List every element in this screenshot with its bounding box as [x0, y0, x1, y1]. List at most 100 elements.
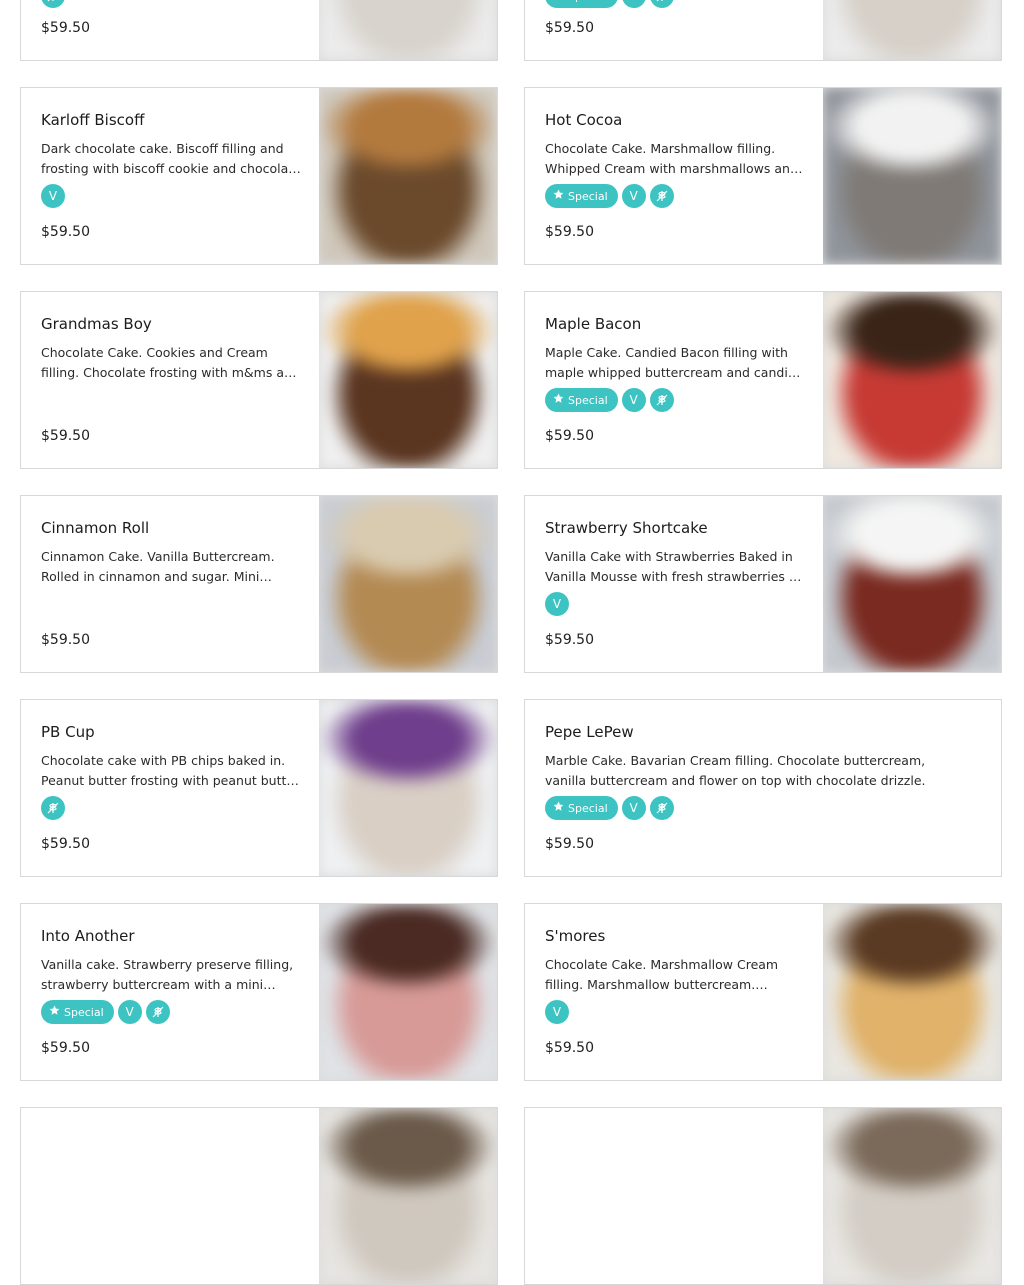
dietary-tags	[41, 592, 303, 616]
dietary-tags: Special V	[545, 388, 807, 412]
item-price: $59.50	[545, 1040, 594, 1056]
menu-item-card[interactable]: Pepe LePew Marble Cake. Bavarian Cream fi…	[524, 699, 1002, 877]
dietary-tags: Special V	[545, 0, 674, 8]
item-description: Marble Cake. Bavarian Cream filling. Cho…	[545, 753, 926, 788]
menu-item-card[interactable]: Into Another Vanilla cake. Strawberry pre…	[20, 903, 498, 1081]
item-price: $59.50	[545, 224, 594, 240]
cake-photo	[319, 496, 497, 672]
menu-item-card[interactable]	[20, 1107, 498, 1285]
cake-photo	[823, 88, 1001, 264]
item-description: Maple Cake. Candied Bacon filling with m…	[545, 345, 804, 380]
dietary-tags	[41, 796, 303, 820]
menu-item-card[interactable]: S'mores Chocolate Cake. Marshmallow Cream…	[524, 903, 1002, 1081]
special-badge: Special	[41, 1000, 114, 1024]
menu-item-card[interactable]: PB Cup Chocolate cake with PB chips baked…	[20, 699, 498, 877]
item-price: $59.50	[41, 1040, 90, 1056]
item-name: S'mores	[545, 927, 606, 945]
item-name: Into Another	[41, 927, 135, 945]
menu-item-card[interactable]: Cinnamon Roll Cinnamon Cake. Vanilla Butt…	[20, 495, 498, 673]
dietary-tags: Special V	[545, 796, 965, 820]
wheat-icon	[145, 1000, 170, 1024]
item-name: Karloff Biscoff	[41, 111, 145, 129]
item-name: Cinnamon Roll	[41, 519, 150, 537]
menu-item-card[interactable]: Maple Bacon Maple Cake. Candied Bacon fil…	[524, 291, 1002, 469]
menu-item-card[interactable]: Karloff Biscoff Dark chocolate cake. Bisc…	[20, 87, 498, 265]
item-price: $59.50	[41, 20, 90, 36]
menu-item-card[interactable]	[524, 1107, 1002, 1285]
dietary-tags: Special V	[41, 1000, 303, 1024]
item-price: $59.50	[41, 836, 90, 852]
vegetarian-badge: V	[117, 1000, 142, 1024]
item-name: Pepe LePew	[545, 723, 634, 741]
dietary-tags: V	[41, 184, 303, 208]
star-icon	[49, 1005, 60, 1019]
item-description: Cinnamon Cake. Vanilla Buttercream. Roll…	[41, 549, 275, 584]
cake-photo	[823, 496, 1001, 672]
special-badge: Special	[545, 796, 618, 820]
dietary-tags: V	[545, 592, 807, 616]
cake-photo	[823, 1108, 1001, 1284]
wheat-icon	[41, 0, 65, 8]
item-name: PB Cup	[41, 723, 95, 741]
special-badge: Special	[545, 184, 618, 208]
vegetarian-badge: V	[621, 184, 646, 208]
vegetarian-badge: V	[621, 0, 646, 8]
menu-item-card[interactable]: Strawberry Shortcake Vanilla Cake with St…	[524, 495, 1002, 673]
item-description: Chocolate Cake. Marshmallow Cream fillin…	[545, 957, 779, 992]
dietary-tags	[41, 0, 65, 8]
special-badge-label: Special	[64, 1005, 104, 1019]
wheat-icon	[649, 796, 674, 820]
special-badge-label: Special	[568, 189, 608, 203]
star-icon	[553, 0, 564, 3]
item-description: Dark chocolate cake. Biscoff filling and…	[41, 141, 301, 176]
cake-photo	[823, 904, 1001, 1080]
wheat-icon	[649, 184, 674, 208]
special-badge-label: Special	[568, 393, 608, 407]
item-price: $59.50	[545, 20, 594, 36]
item-price: $59.50	[545, 428, 594, 444]
cake-photo	[319, 0, 497, 60]
special-badge: Special	[545, 0, 618, 8]
item-price: $59.50	[545, 632, 594, 648]
wheat-icon	[649, 0, 674, 8]
wheat-icon	[649, 388, 674, 412]
vegetarian-badge: V	[545, 592, 569, 616]
menu-item-card[interactable]: Hot Cocoa Chocolate Cake. Marshmallow fil…	[524, 87, 1002, 265]
vegetarian-badge: V	[621, 388, 646, 412]
dietary-tags: V	[545, 1000, 807, 1024]
special-badge: Special	[545, 388, 618, 412]
star-icon	[553, 189, 564, 203]
item-price: $59.50	[545, 836, 594, 852]
cake-photo	[319, 904, 497, 1080]
star-icon	[553, 801, 564, 815]
item-price: $59.50	[41, 428, 90, 444]
item-name: Strawberry Shortcake	[545, 519, 708, 537]
cake-photo	[319, 1108, 497, 1284]
cake-photo	[319, 292, 497, 468]
vegetarian-badge: V	[545, 1000, 569, 1024]
item-description: Chocolate Cake. Marshmallow filling. Whi…	[545, 141, 798, 176]
cake-photo	[319, 700, 497, 876]
item-name: Hot Cocoa	[545, 111, 623, 129]
item-price: $59.50	[41, 632, 90, 648]
cake-photo	[823, 292, 1001, 468]
special-badge-label: Special	[568, 0, 608, 3]
menu-item-card[interactable]: Special V $59.50	[524, 0, 1002, 61]
item-name: Grandmas Boy	[41, 315, 152, 333]
vegetarian-badge: V	[621, 796, 646, 820]
item-description: Vanilla cake. Strawberry preserve fillin…	[41, 957, 294, 992]
menu-item-card[interactable]: $59.50	[20, 0, 498, 61]
cake-photo	[823, 0, 1001, 60]
wheat-icon	[41, 796, 65, 820]
menu-item-card[interactable]: Grandmas Boy Chocolate Cake. Cookies and …	[20, 291, 498, 469]
vegetarian-badge: V	[41, 184, 65, 208]
dietary-tags	[41, 388, 303, 412]
item-price: $59.50	[41, 224, 90, 240]
item-name: Maple Bacon	[545, 315, 642, 333]
dietary-tags: Special V	[545, 184, 807, 208]
star-icon	[553, 393, 564, 407]
cake-photo	[319, 88, 497, 264]
item-description: Chocolate cake with PB chips baked in. P…	[41, 753, 300, 788]
item-description: Vanilla Cake with Strawberries Baked in …	[545, 549, 805, 584]
item-description: Chocolate Cake. Cookies and Cream fillin…	[41, 345, 300, 380]
